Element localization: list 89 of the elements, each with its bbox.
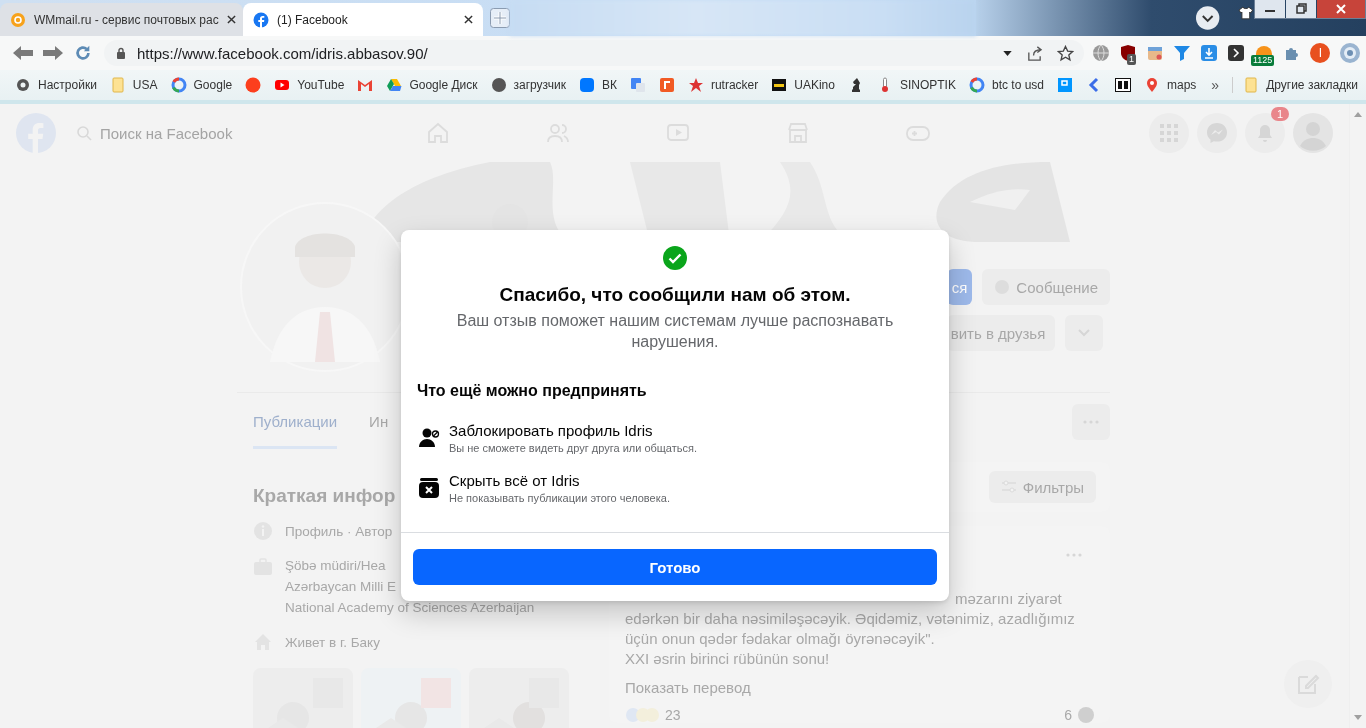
dialog-subtitle: Ваш отзыв поможет нашим системам лучше распознавать нарушения. [455, 311, 895, 352]
shirt-icon[interactable] [1238, 6, 1254, 20]
bookmark[interactable]: USA [109, 77, 158, 93]
box-face-icon[interactable] [1146, 44, 1164, 62]
intro-text: Şöbə müdiri/Hea [285, 557, 387, 574]
post-text: məzarını ziyarət [955, 589, 1062, 609]
browser-tab[interactable]: (1) Facebook [243, 3, 483, 36]
intro-title: Краткая инфор [253, 485, 396, 507]
post-text: XXI əsrin birinci rübünün sonu! [625, 649, 830, 669]
download-icon[interactable] [1200, 44, 1218, 62]
done-button[interactable]: Готово [413, 549, 937, 585]
tab-search-button[interactable] [1195, 5, 1221, 31]
search-icon [76, 125, 92, 141]
dialog-title: Спасибо, что сообщили нам об этом. [498, 284, 852, 306]
bookmark[interactable]: UAKino [771, 77, 835, 93]
bookmark[interactable]: YouTube [274, 77, 345, 93]
square-logo-icon[interactable] [1057, 77, 1073, 93]
forward-arrow-icon[interactable] [42, 44, 64, 62]
square-logo-icon[interactable] [658, 77, 675, 93]
square-icon[interactable] [1115, 77, 1131, 93]
extension-badge: 1 [1127, 54, 1136, 65]
avatar-icon [1078, 707, 1094, 723]
bookmark[interactable]: Настройки [15, 77, 97, 93]
folder-icon [109, 77, 126, 93]
extension-badge: 1125 [1251, 54, 1275, 66]
bookmark[interactable]: rutracker [687, 77, 759, 93]
back-arrow-icon[interactable] [12, 44, 34, 62]
comment-count: 6 [1064, 707, 1072, 723]
option-title[interactable]: Скрыть всё от Idris [449, 472, 670, 489]
close-button[interactable] [1317, 0, 1365, 18]
option-description: Вы не сможете видеть друг друга или общаться. [449, 442, 697, 454]
intro-text: Профиль · Автор [285, 522, 393, 540]
triangle-icon [386, 77, 403, 93]
folder-icon [1243, 77, 1260, 93]
section-heading: Что ещё можно предпринять [417, 382, 648, 400]
bookmark[interactable]: SINOPTIK [876, 77, 956, 93]
minimize-button[interactable] [1255, 0, 1285, 18]
browser-tab[interactable]: WMmail.ru - сервис почтовых рас [0, 3, 243, 36]
map-pin-icon [1144, 77, 1160, 93]
restore-button[interactable] [1286, 0, 1316, 18]
g-logo-icon [968, 77, 985, 93]
bookmark[interactable]: загрузчик [490, 77, 566, 93]
star-icon[interactable] [1057, 44, 1074, 62]
funnel-icon[interactable] [1173, 44, 1191, 62]
intro-text: Живет в г. Баку [285, 633, 380, 651]
mail-logo-icon [10, 11, 26, 28]
person-block-icon [417, 426, 441, 450]
star-icon [687, 77, 704, 93]
intro-text: Azərbaycan Milli E [285, 578, 398, 595]
bookmark[interactable]: maps [1144, 77, 1197, 93]
address-bar[interactable]: https://www.facebook.com/idris.abbasov.90/ [104, 40, 1084, 66]
bookmark[interactable]: Google Диск [386, 77, 478, 93]
intro-text: National Academy of Sciences Azerbaijan [285, 599, 535, 616]
check-icon [663, 246, 687, 270]
post-text: edərkən bir daha nəsimiləşəcəyik. Əqidəmiz, vətənimiz, azadlığımız [625, 609, 1075, 629]
post-text: üçün onun qədər fədakar olmağı öyrənəcəyik". [625, 629, 935, 649]
bookmark[interactable]: Google [170, 77, 233, 93]
new-tab-button[interactable] [490, 8, 510, 28]
square-logo-icon [578, 77, 595, 93]
bookmark[interactable]: btc to usd [968, 77, 1044, 93]
gear-icon[interactable] [1339, 42, 1362, 64]
circle-logo-icon[interactable] [245, 77, 262, 93]
scroll-down-icon[interactable] [1354, 715, 1362, 720]
facebook-logo-icon [253, 11, 269, 28]
dropdown-caret-icon[interactable] [1003, 50, 1012, 56]
option-description: Не показывать публикации этого человека. [449, 492, 670, 504]
option-title[interactable]: Заблокировать профиль Idris [449, 422, 697, 439]
close-icon[interactable] [464, 15, 473, 24]
translate-icon[interactable] [629, 77, 646, 93]
hide-box-icon [417, 476, 441, 500]
notification-badge: 1 [1270, 107, 1289, 121]
mail-icon[interactable] [357, 77, 374, 93]
lock-icon [116, 47, 126, 59]
search-field[interactable]: Поиск на Facebook [76, 124, 306, 142]
play-icon [274, 77, 291, 93]
gear-icon [15, 77, 31, 93]
bookmark[interactable]: Другие закладки [1232, 77, 1359, 93]
reactions-icon [625, 707, 659, 723]
more-bookmarks-button[interactable]: » [1211, 77, 1220, 93]
coin-icon[interactable] [1255, 44, 1274, 55]
reaction-count: 23 [665, 707, 681, 723]
g-logo-icon [170, 77, 187, 93]
scroll-up-icon[interactable] [1354, 112, 1362, 117]
terminal-icon[interactable] [1227, 44, 1245, 62]
film-icon [771, 77, 788, 93]
close-icon[interactable] [226, 15, 236, 24]
profile-button[interactable]: I [1310, 43, 1331, 63]
bookmark[interactable]: ВК [578, 77, 617, 93]
share-icon[interactable] [1026, 44, 1043, 62]
